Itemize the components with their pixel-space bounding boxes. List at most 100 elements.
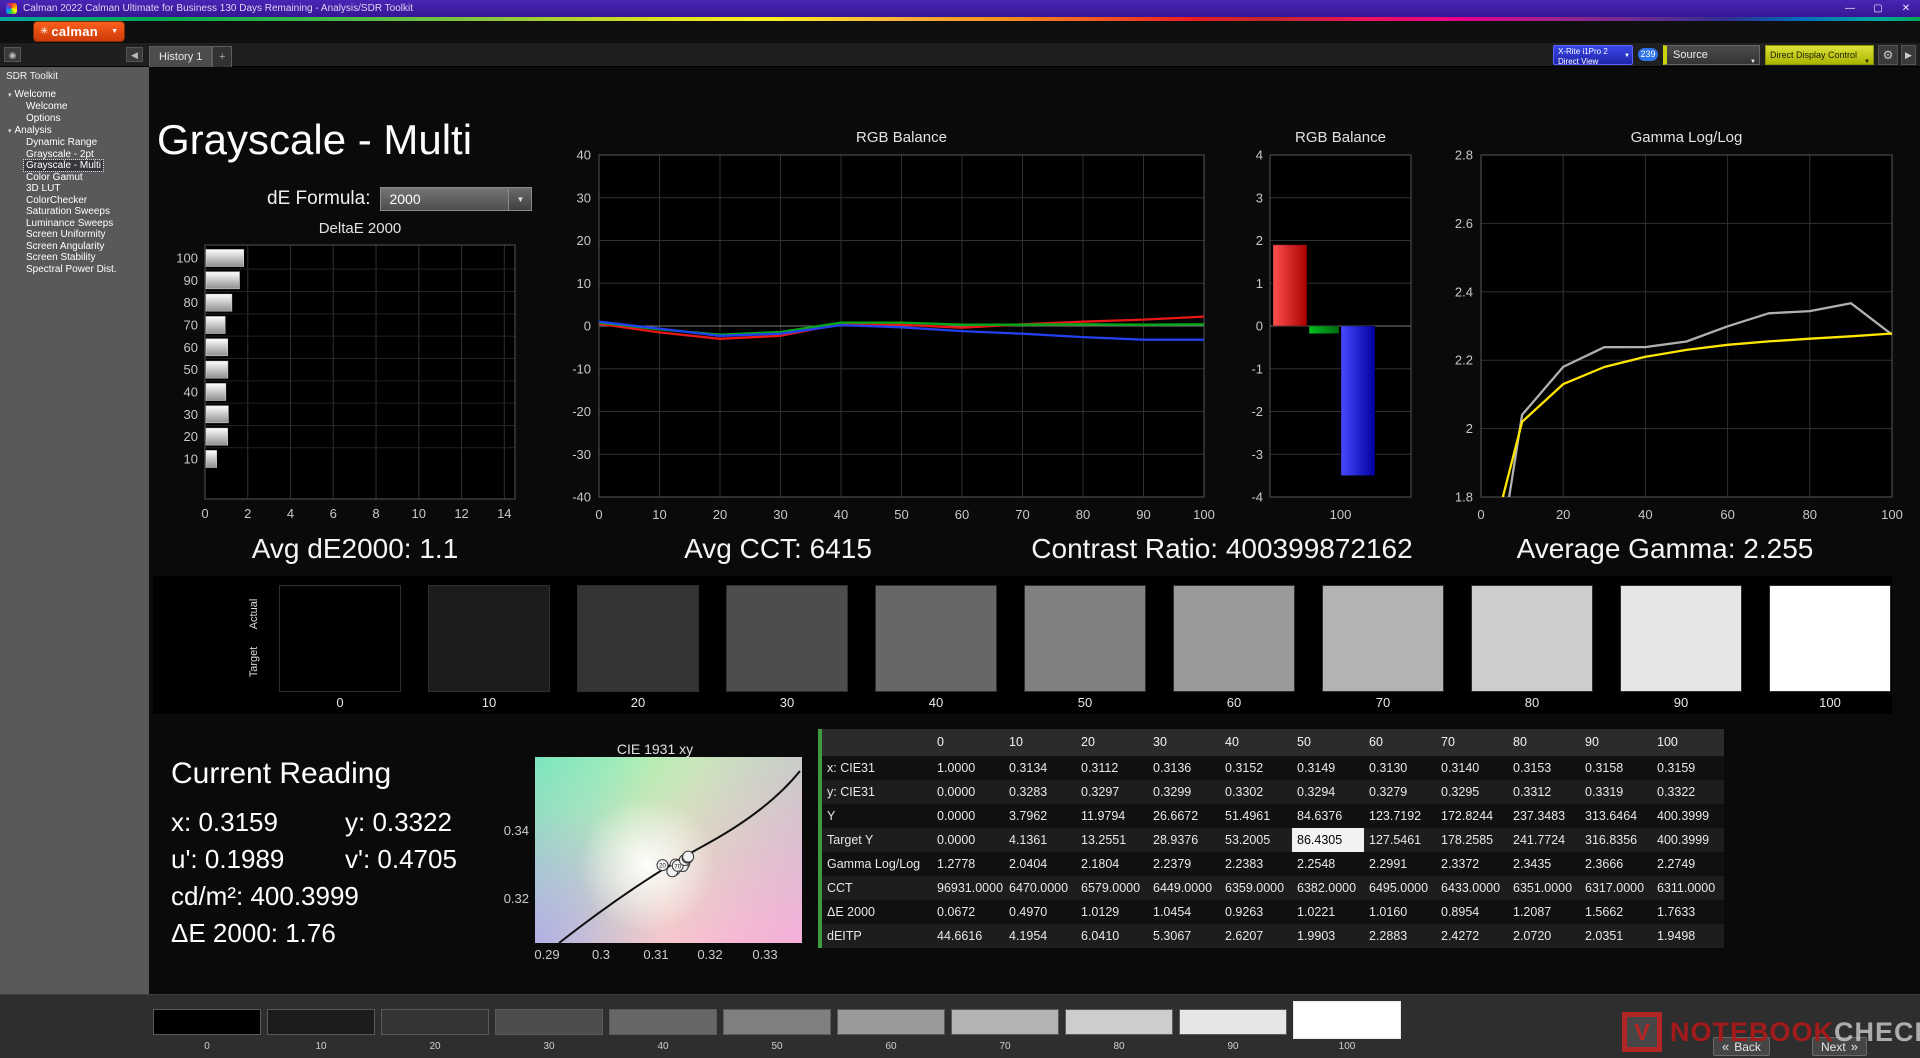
sidebar-item-grayscale-multi[interactable]: Grayscale - Multi xyxy=(0,160,149,172)
pattern-thumb-label: 0 xyxy=(153,1041,261,1052)
sidebar-item-saturation-sweeps[interactable]: Saturation Sweeps xyxy=(0,206,149,218)
page-title: Grayscale - Multi xyxy=(157,119,472,161)
table-cell: 0.3299 xyxy=(1148,780,1220,804)
svg-text:Gamma Log/Log: Gamma Log/Log xyxy=(1631,129,1743,146)
chart-rgb-balance-bar: -4-3-2-101234100RGB Balance xyxy=(1239,107,1439,552)
table-cell: 1.9903 xyxy=(1292,924,1364,948)
cie-measurement-point xyxy=(683,851,694,862)
meter-button[interactable]: X-Rite i1Pro 2 Direct View ▼ xyxy=(1553,45,1633,65)
tab-add-button[interactable]: + xyxy=(212,46,232,67)
grayscale-swatch-100 xyxy=(1769,585,1891,692)
advance-button[interactable]: ▶ xyxy=(1901,45,1916,65)
sidebar-item-dynamic-range[interactable]: Dynamic Range xyxy=(0,137,149,149)
table-cell: 1.7633 xyxy=(1652,900,1724,924)
table-row: CCT96931.00006470.00006579.00006449.0000… xyxy=(822,876,1724,900)
svg-text:0: 0 xyxy=(1256,319,1263,334)
calman-menu-button[interactable]: ✳ calman ▼ xyxy=(34,22,124,41)
table-cell: 6433.0000 xyxy=(1436,876,1508,900)
de-formula-dropdown[interactable]: 2000 ▼ xyxy=(380,187,532,211)
sidebar-item-luminance-sweeps[interactable]: Luminance Sweeps xyxy=(0,218,149,230)
pattern-thumb-70[interactable] xyxy=(951,1009,1059,1035)
pattern-thumb-label: 40 xyxy=(609,1041,717,1052)
svg-text:3: 3 xyxy=(1256,190,1263,205)
pattern-thumb-10[interactable] xyxy=(267,1009,375,1035)
pattern-thumb-60[interactable] xyxy=(837,1009,945,1035)
display-control-label: Direct Display Control xyxy=(1770,50,1857,60)
meter-mode: Direct View xyxy=(1558,57,1622,67)
sidebar-item-colorchecker[interactable]: ColorChecker xyxy=(0,195,149,207)
table-cell: 1.0454 xyxy=(1148,900,1220,924)
table-cell: 2.2548 xyxy=(1292,852,1364,876)
swatch-label: 30 xyxy=(726,695,848,710)
pattern-thumb-100[interactable] xyxy=(1293,1001,1401,1039)
sidebar-item-color-gamut[interactable]: Color Gamut xyxy=(0,172,149,184)
table-cell: 0.3279 xyxy=(1364,780,1436,804)
table-cell: 44.6616 xyxy=(932,924,1004,948)
pattern-thumb-50[interactable] xyxy=(723,1009,831,1035)
pattern-thumb-0[interactable] xyxy=(153,1009,261,1035)
table-cell: 6449.0000 xyxy=(1148,876,1220,900)
collapse-arrow-icon: ▾ xyxy=(8,91,12,99)
sidebar-collapse-button[interactable]: ◀ xyxy=(126,47,143,62)
pattern-thumb-40[interactable] xyxy=(609,1009,717,1035)
pattern-thumb-30[interactable] xyxy=(495,1009,603,1035)
sidebar-item-screen-angularity[interactable]: Screen Angularity xyxy=(0,241,149,253)
display-control-dropdown[interactable]: Direct Display Control ▼ xyxy=(1765,45,1874,65)
sidebar-item-screen-uniformity[interactable]: Screen Uniformity xyxy=(0,229,149,241)
sidebar-item-3d-lut[interactable]: 3D LUT xyxy=(0,183,149,195)
svg-text:40: 40 xyxy=(834,507,848,522)
svg-text:100: 100 xyxy=(1193,507,1215,522)
minimize-button[interactable]: — xyxy=(1836,0,1864,17)
table-cell: 0.3158 xyxy=(1580,756,1652,780)
window-controls: — ▢ ✕ xyxy=(1836,0,1920,17)
back-icon: « xyxy=(1722,1040,1729,1053)
grayscale-swatch-40 xyxy=(875,585,997,692)
table-cell: 123.7192 xyxy=(1364,804,1436,828)
sidebar-item-options[interactable]: Options xyxy=(0,113,149,125)
table-cell: 400.3999 xyxy=(1652,828,1724,852)
svg-text:1.8: 1.8 xyxy=(1455,490,1473,505)
table-row: y: CIE310.00000.32830.32970.32990.33020.… xyxy=(822,780,1724,804)
table-cell: 53.2005 xyxy=(1220,828,1292,852)
source-dropdown[interactable]: Source ▼ xyxy=(1663,45,1760,65)
de-formula-value: 2000 xyxy=(389,191,420,207)
svg-text:10: 10 xyxy=(184,451,198,466)
table-cell: 10 xyxy=(1004,729,1076,756)
maximize-button[interactable]: ▢ xyxy=(1864,0,1892,17)
table-cell: x: CIE31 xyxy=(822,756,932,780)
sidebar-item-spectral-power-dist[interactable]: Spectral Power Dist. xyxy=(0,264,149,276)
sidebar-tree: ▾WelcomeWelcomeOptions▾AnalysisDynamic R… xyxy=(0,88,149,275)
table-cell: 20 xyxy=(1076,729,1148,756)
sidebar-title: SDR Toolkit xyxy=(0,67,149,88)
sidebar-item-welcome[interactable]: Welcome xyxy=(0,101,149,113)
table-cell: 0.3295 xyxy=(1436,780,1508,804)
close-button[interactable]: ✕ xyxy=(1892,0,1920,17)
table-cell: 2.3666 xyxy=(1580,852,1652,876)
svg-text:-20: -20 xyxy=(572,404,591,419)
table-cell: 1.0160 xyxy=(1364,900,1436,924)
pattern-thumb-90[interactable] xyxy=(1179,1009,1287,1035)
de-formula-control: dE Formula: 2000 ▼ xyxy=(267,187,532,211)
cie-xtick: 0.33 xyxy=(752,947,777,962)
back-button[interactable]: « Back xyxy=(1713,1037,1770,1056)
grayscale-swatch-60 xyxy=(1173,585,1295,692)
pane-toggle-button[interactable]: ◉ xyxy=(4,47,21,62)
sidebar-section-welcome[interactable]: ▾Welcome xyxy=(0,88,149,101)
sidebar-section-label: Welcome xyxy=(15,89,57,100)
settings-button[interactable]: ⚙ xyxy=(1878,45,1898,65)
pattern-thumb-20[interactable] xyxy=(381,1009,489,1035)
stat-avg-de2000: Avg dE2000: 1.1 xyxy=(252,533,459,565)
table-row: dEITP44.66164.19546.04105.30672.62071.99… xyxy=(822,924,1724,948)
svg-text:20: 20 xyxy=(577,233,591,248)
next-button[interactable]: Next » xyxy=(1812,1037,1867,1056)
sidebar-section-analysis[interactable]: ▾Analysis xyxy=(0,124,149,137)
sidebar-item-grayscale-2pt[interactable]: Grayscale - 2pt xyxy=(0,149,149,161)
cie-xtick: 0.3 xyxy=(592,947,610,962)
table-cell: 96931.0000 xyxy=(932,876,1004,900)
sidebar-item-label: Luminance Sweeps xyxy=(24,218,115,229)
pattern-thumb-80[interactable] xyxy=(1065,1009,1173,1035)
grayscale-swatch-80 xyxy=(1471,585,1593,692)
tab-history-1[interactable]: History 1 xyxy=(149,46,212,67)
sidebar-item-screen-stability[interactable]: Screen Stability xyxy=(0,252,149,264)
swatch-label: 100 xyxy=(1769,695,1891,710)
